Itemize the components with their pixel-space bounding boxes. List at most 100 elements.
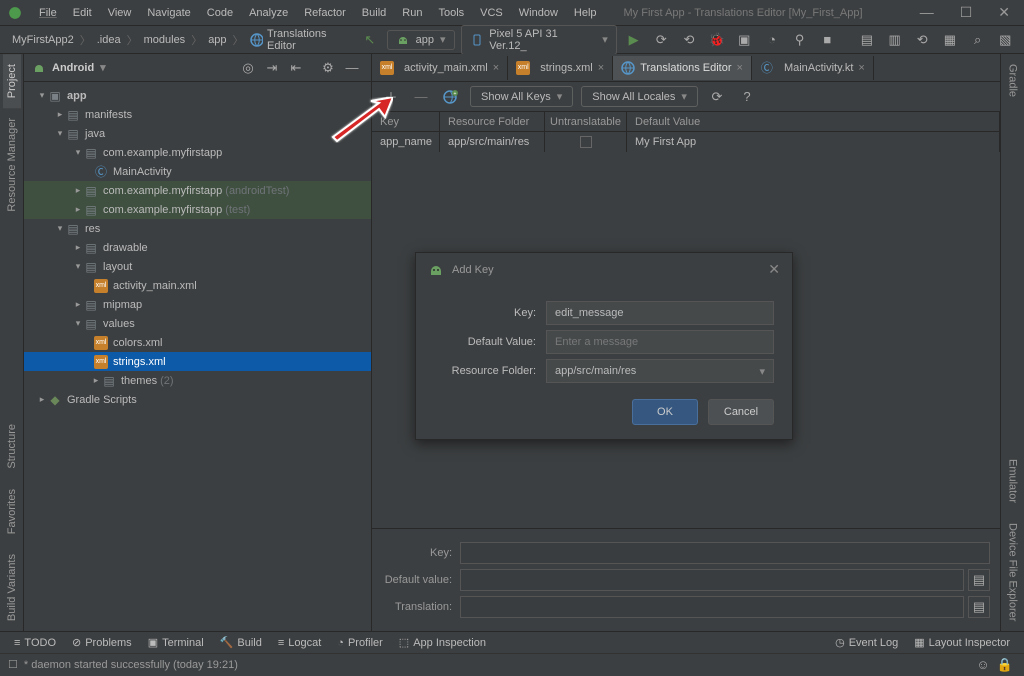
col-resource-folder[interactable]: Resource Folder <box>440 112 545 131</box>
col-key[interactable]: Key <box>372 112 440 131</box>
tree-app[interactable]: app <box>67 90 87 102</box>
menu-refactor[interactable]: Refactor <box>297 4 353 22</box>
settings-icon[interactable]: ▧ <box>994 29 1016 51</box>
tab-mainactivity-kt[interactable]: ⒸMainActivity.kt× <box>752 56 874 80</box>
dlg-default-input[interactable] <box>546 330 774 354</box>
col-default-value[interactable]: Default Value <box>627 112 1000 131</box>
bb-app-inspection[interactable]: ⬚App Inspection <box>393 634 492 651</box>
run-button[interactable]: ▶ <box>623 29 645 51</box>
ok-button[interactable]: OK <box>632 399 698 425</box>
stop-icon[interactable]: ■ <box>817 29 839 51</box>
tree-gradle[interactable]: Gradle Scripts <box>67 394 137 406</box>
tree-mipmap[interactable]: mipmap <box>103 299 142 311</box>
menu-build[interactable]: Build <box>355 4 393 22</box>
profile-icon[interactable]: ◔ <box>761 29 783 51</box>
tree-strings-xml[interactable]: strings.xml <box>113 356 166 368</box>
crumb-project[interactable]: MyFirstApp2 <box>8 32 78 48</box>
coverage-icon[interactable]: ▣ <box>733 29 755 51</box>
maximize-button[interactable]: ☐ <box>954 4 979 21</box>
bb-event-log[interactable]: ◷Event Log <box>829 634 904 651</box>
device-selector[interactable]: Pixel 5 API 31 Ver.12_▾ <box>461 25 617 55</box>
project-view-selector[interactable]: Android ▾ <box>32 61 106 75</box>
tree-java[interactable]: java <box>85 128 105 140</box>
bb-profiler[interactable]: ◔Profiler <box>331 635 389 651</box>
sdk-manager-icon[interactable]: ▥ <box>884 29 906 51</box>
bb-terminal[interactable]: ▣Terminal <box>142 634 210 651</box>
run-config-selector[interactable]: app▾ <box>387 30 455 50</box>
rail-tab-favorites[interactable]: Favorites <box>3 479 21 544</box>
menu-vcs[interactable]: VCS <box>473 4 510 22</box>
rail-tab-build-variants[interactable]: Build Variants <box>3 544 21 631</box>
cell-folder[interactable]: app/src/main/res <box>440 132 545 152</box>
menu-help[interactable]: Help <box>567 4 604 22</box>
menu-edit[interactable]: Edit <box>66 4 99 22</box>
collapse-all-icon[interactable]: ⇤ <box>285 57 307 79</box>
tree-themes[interactable]: themes (2) <box>121 375 174 387</box>
menu-file[interactable]: File <box>32 4 64 22</box>
tree-pkg-test[interactable]: com.example.myfirstapp (test) <box>103 204 250 216</box>
cell-key[interactable]: app_name <box>372 132 440 152</box>
tree-pkg-main[interactable]: com.example.myfirstapp <box>103 147 222 159</box>
build-hammer-icon[interactable]: ↖ <box>359 29 381 51</box>
bb-logcat[interactable]: ≡Logcat <box>272 635 327 651</box>
remove-key-button[interactable]: — <box>410 86 432 108</box>
panel-settings-icon[interactable]: ⚙ <box>317 57 339 79</box>
add-key-button[interactable]: ＋ <box>380 86 402 108</box>
browse-icon[interactable]: ▤ <box>968 569 990 591</box>
face-icon[interactable]: ☺ <box>972 654 994 676</box>
tree-drawable[interactable]: drawable <box>103 242 148 254</box>
rail-tab-structure[interactable]: Structure <box>3 414 21 479</box>
rerun-icon[interactable]: ⟲ <box>678 29 700 51</box>
close-tab-icon[interactable]: × <box>737 62 743 74</box>
close-tab-icon[interactable]: × <box>858 62 864 74</box>
tab-strings[interactable]: xmlstrings.xml× <box>508 56 613 80</box>
select-opened-file-icon[interactable]: ◎ <box>237 57 259 79</box>
tab-translations-editor[interactable]: Translations Editor× <box>613 56 752 80</box>
dlg-key-input[interactable] <box>546 301 774 325</box>
minimize-button[interactable]: — <box>914 4 940 21</box>
menu-tools[interactable]: Tools <box>431 4 471 22</box>
add-locale-button[interactable]: + <box>440 86 462 108</box>
dialog-close-button[interactable]: ✕ <box>768 261 780 278</box>
lock-icon[interactable]: 🔒 <box>994 654 1016 676</box>
browse-icon[interactable]: ▤ <box>968 596 990 618</box>
tree-mainactivity[interactable]: MainActivity <box>113 166 172 178</box>
cancel-button[interactable]: Cancel <box>708 399 774 425</box>
close-tab-icon[interactable]: × <box>598 62 604 74</box>
close-button[interactable]: ✕ <box>992 4 1016 21</box>
debug-icon[interactable]: 🐞 <box>706 29 728 51</box>
bb-problems[interactable]: ⊘Problems <box>66 634 138 651</box>
bb-layout-inspector[interactable]: ▦Layout Inspector <box>908 634 1016 651</box>
menu-run[interactable]: Run <box>395 4 429 22</box>
menu-code[interactable]: Code <box>200 4 240 22</box>
menu-view[interactable]: View <box>101 4 139 22</box>
tree-manifests[interactable]: manifests <box>85 109 132 121</box>
menu-analyze[interactable]: Analyze <box>242 4 295 22</box>
cell-untranslatable[interactable] <box>545 132 627 152</box>
table-row[interactable]: app_name app/src/main/res My First App <box>372 132 1000 152</box>
rail-tab-emulator[interactable]: Emulator <box>1004 449 1022 513</box>
dlg-folder-select[interactable]: app/src/main/res▾ <box>546 359 774 383</box>
crumb-idea[interactable]: .idea <box>93 32 125 48</box>
expand-all-icon[interactable]: ⇥ <box>261 57 283 79</box>
tree-colors-xml[interactable]: colors.xml <box>113 337 163 349</box>
hide-panel-icon[interactable]: — <box>341 57 363 79</box>
close-tab-icon[interactable]: × <box>493 62 499 74</box>
menu-window[interactable]: Window <box>512 4 565 22</box>
bb-todo[interactable]: ≡TODO <box>8 635 62 651</box>
rail-tab-gradle[interactable]: Gradle <box>1004 54 1022 107</box>
tree-activity-xml[interactable]: activity_main.xml <box>113 280 197 292</box>
attach-debugger-icon[interactable]: ⚲ <box>789 29 811 51</box>
project-tree[interactable]: ▾▣app ▸▤manifests ▾▤java ▾▤com.example.m… <box>24 82 371 631</box>
show-locales-dropdown[interactable]: Show All Locales▾ <box>581 86 698 107</box>
avd-manager-icon[interactable]: ▤ <box>856 29 878 51</box>
rail-tab-project[interactable]: Project <box>3 54 21 108</box>
crumb-app[interactable]: app <box>204 32 230 48</box>
bb-build[interactable]: 🔨Build <box>214 634 268 651</box>
find-icon[interactable]: ⌕ <box>967 29 989 51</box>
tree-pkg-androidtest[interactable]: com.example.myfirstapp (androidTest) <box>103 185 289 197</box>
cell-default[interactable]: My First App <box>627 132 1000 152</box>
tree-layout[interactable]: layout <box>103 261 132 273</box>
rail-tab-device-file-explorer[interactable]: Device File Explorer <box>1004 513 1022 631</box>
show-keys-dropdown[interactable]: Show All Keys▾ <box>470 86 573 107</box>
